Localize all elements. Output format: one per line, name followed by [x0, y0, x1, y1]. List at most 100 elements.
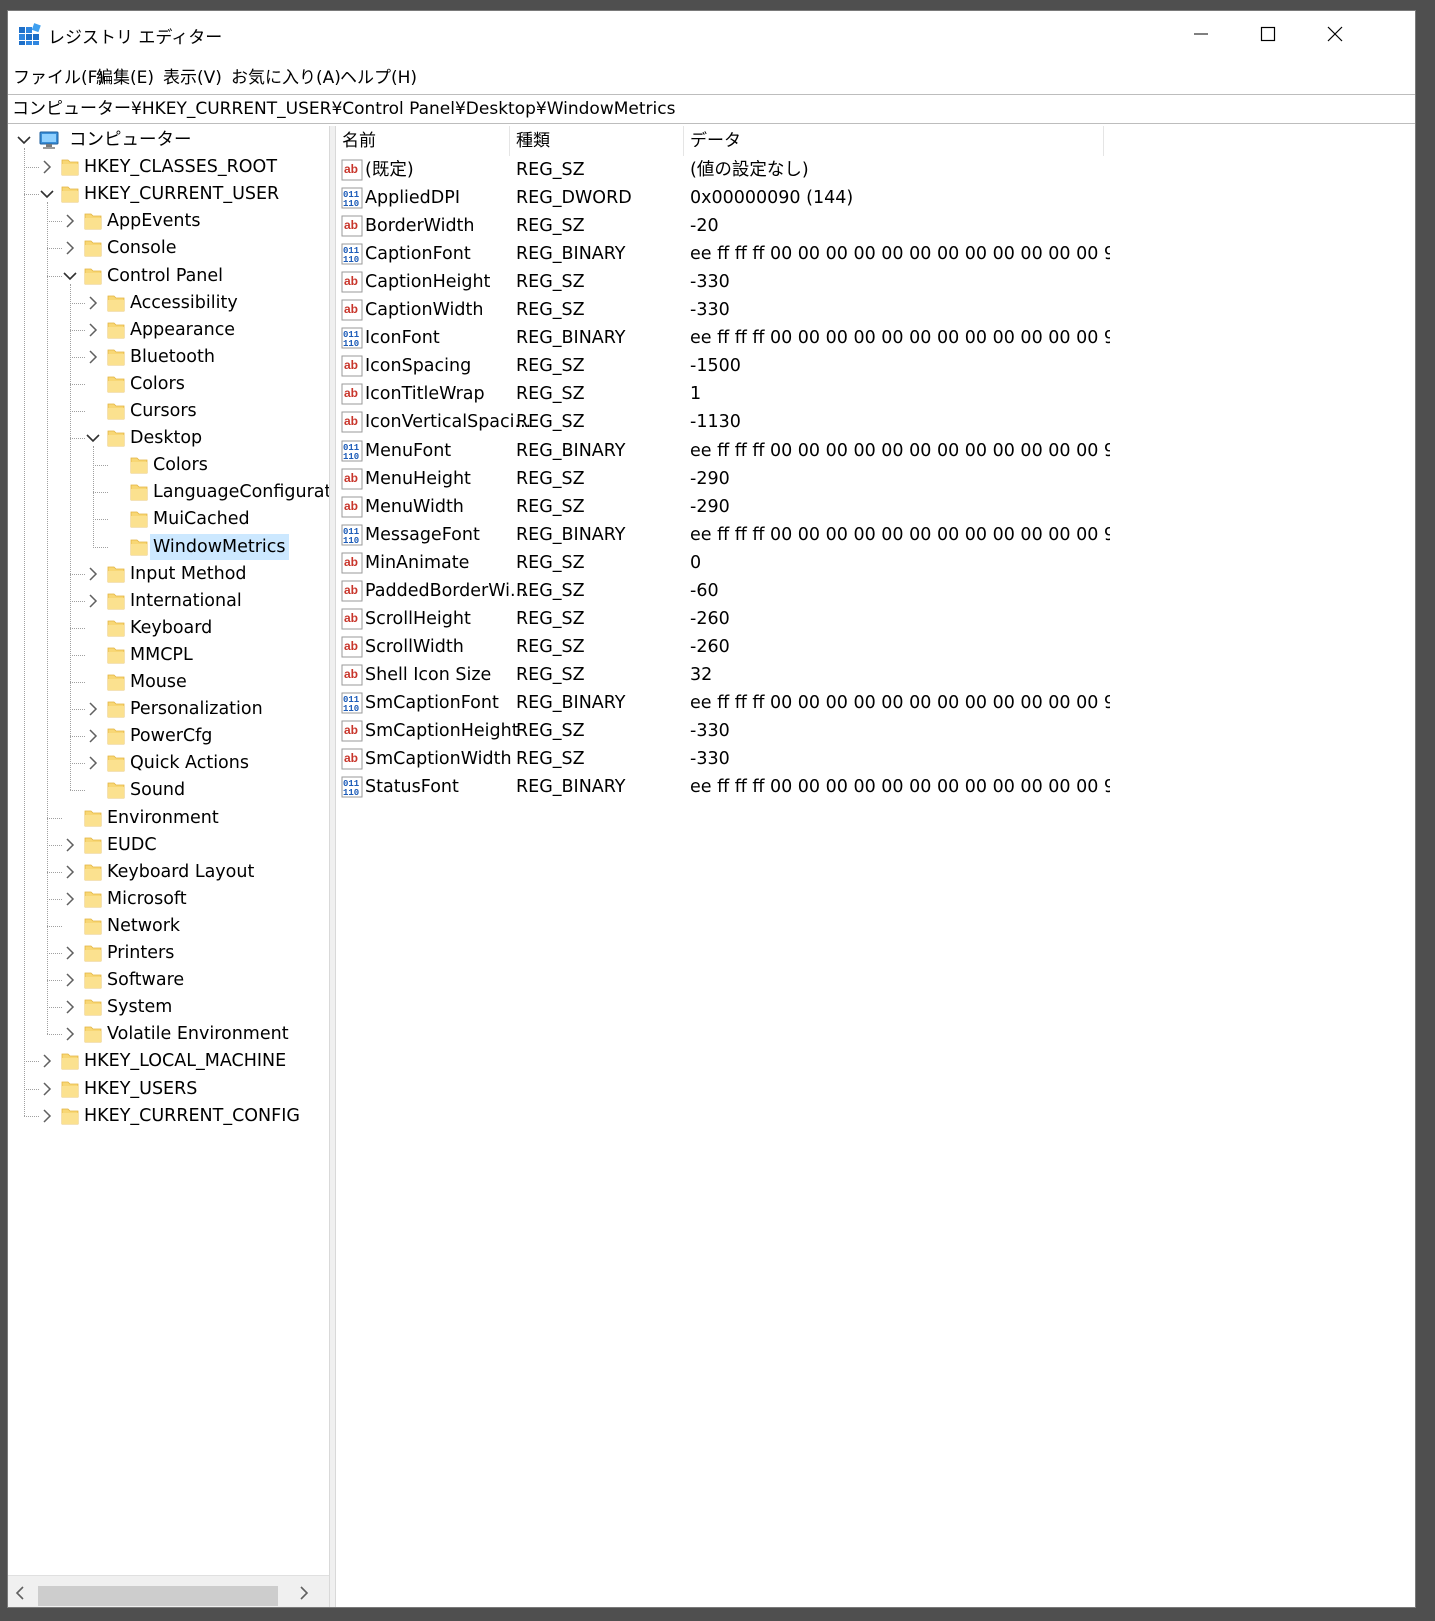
value-row[interactable]: ab MenuWidth REG_SZ -290	[336, 493, 1096, 521]
tree-node[interactable]: Cursors	[8, 397, 329, 425]
tree-node[interactable]: Accessibility	[8, 289, 329, 317]
chevron-right-icon[interactable]	[86, 567, 100, 581]
value-row[interactable]: 011 110 SmCaptionFont REG_BINARY ee ff ff ff…	[336, 689, 1110, 717]
scrollbar-thumb[interactable]	[38, 1586, 278, 1606]
tree-node[interactable]: International	[8, 587, 329, 615]
chevron-right-icon[interactable]	[63, 1000, 77, 1014]
tree-node-label[interactable]: Network	[104, 913, 183, 939]
tree-node[interactable]: MuiCached	[8, 505, 329, 533]
tree-node-label[interactable]: Mouse	[127, 669, 190, 695]
tree-node[interactable]: Printers	[8, 939, 329, 967]
address-path[interactable]: コンピューター¥HKEY_CURRENT_USER¥Control Panel¥…	[12, 99, 675, 119]
tree-node[interactable]: Microsoft	[8, 885, 329, 913]
tree-node-label-selected[interactable]: WindowMetrics	[150, 533, 289, 560]
value-row[interactable]: ab (既定) REG_SZ (値の設定なし)	[336, 156, 1096, 184]
chevron-right-icon[interactable]	[63, 214, 77, 228]
tree-node-label[interactable]: LanguageConfigurati	[150, 479, 329, 505]
tree-node[interactable]: Volatile Environment	[8, 1020, 329, 1048]
tree-node-label[interactable]: Console	[104, 235, 179, 261]
tree-node[interactable]: WindowMetrics	[8, 533, 329, 561]
chevron-right-icon[interactable]	[40, 1109, 54, 1123]
close-button[interactable]	[1301, 11, 1369, 57]
pane-splitter[interactable]	[329, 126, 336, 1607]
chevron-right-icon[interactable]	[63, 241, 77, 255]
value-row[interactable]: ab IconVerticalSpaci... REG_SZ -1130	[336, 408, 1096, 436]
column-header-name[interactable]: 名前	[336, 126, 510, 156]
tree-node[interactable]: Bluetooth	[8, 343, 329, 371]
tree-node[interactable]: Console	[8, 234, 329, 262]
tree-node-label[interactable]: Quick Actions	[127, 750, 252, 776]
chevron-right-icon[interactable]	[86, 702, 100, 716]
tree-node[interactable]: Mouse	[8, 668, 329, 696]
tree-node-label[interactable]: HKEY_CURRENT_CONFIG	[81, 1103, 303, 1129]
chevron-right-icon[interactable]	[86, 594, 100, 608]
tree-node-label[interactable]: Accessibility	[127, 290, 241, 316]
tree-node[interactable]: Quick Actions	[8, 749, 329, 777]
tree-node-label[interactable]: Input Method	[127, 561, 250, 587]
tree-node[interactable]: Control Panel	[8, 262, 329, 290]
tree-node[interactable]: Software	[8, 966, 329, 994]
tree-node-label[interactable]: MMCPL	[127, 642, 196, 668]
chevron-right-icon[interactable]	[63, 892, 77, 906]
tree-node-label[interactable]: HKEY_USERS	[81, 1076, 200, 1102]
tree-node[interactable]: コンピューター	[8, 126, 329, 154]
column-header-data[interactable]: データ	[684, 126, 1104, 156]
tree-node[interactable]: Personalization	[8, 695, 329, 723]
tree-node-label[interactable]: コンピューター	[66, 127, 195, 153]
tree-node-label[interactable]: Volatile Environment	[104, 1021, 292, 1047]
value-row[interactable]: ab IconTitleWrap REG_SZ 1	[336, 380, 1096, 408]
tree-node-label[interactable]: Appearance	[127, 317, 238, 343]
tree-node[interactable]: Input Method	[8, 560, 329, 588]
tree-node[interactable]: Desktop	[8, 424, 329, 452]
tree-node[interactable]: Colors	[8, 370, 329, 398]
tree-node[interactable]: LanguageConfigurati	[8, 478, 329, 506]
value-row[interactable]: 011 110 MessageFont REG_BINARY ee ff ff ff 0…	[336, 521, 1110, 549]
tree-node-label[interactable]: HKEY_CLASSES_ROOT	[81, 154, 280, 180]
tree-node[interactable]: HKEY_CURRENT_USER	[8, 180, 329, 208]
chevron-right-icon[interactable]	[86, 350, 100, 364]
value-row[interactable]: ab SmCaptionWidth REG_SZ -330	[336, 745, 1096, 773]
value-row[interactable]: 011 110 IconFont REG_BINARY ee ff ff ff 00 0…	[336, 324, 1110, 352]
tree-node-label[interactable]: Printers	[104, 940, 177, 966]
chevron-right-icon[interactable]	[63, 973, 77, 987]
tree-node-label[interactable]: Keyboard	[127, 615, 215, 641]
tree-node[interactable]: Keyboard Layout	[8, 858, 329, 886]
value-row[interactable]: ab BorderWidth REG_SZ -20	[336, 212, 1096, 240]
tree-node-label[interactable]: Control Panel	[104, 263, 226, 289]
tree-node[interactable]: PowerCfg	[8, 722, 329, 750]
chevron-down-icon[interactable]	[40, 187, 54, 201]
tree-node-label[interactable]: Colors	[127, 371, 188, 397]
tree-node-label[interactable]: Microsoft	[104, 886, 190, 912]
address-bar[interactable]: コンピューター¥HKEY_CURRENT_USER¥Control Panel¥…	[8, 94, 1415, 124]
tree-node[interactable]: HKEY_CURRENT_CONFIG	[8, 1102, 329, 1130]
chevron-right-icon[interactable]	[63, 946, 77, 960]
tree-node[interactable]: HKEY_CLASSES_ROOT	[8, 153, 329, 181]
tree-node-label[interactable]: Environment	[104, 805, 222, 831]
chevron-right-icon[interactable]	[63, 865, 77, 879]
tree-node[interactable]: Sound	[8, 776, 329, 804]
value-row[interactable]: ab MenuHeight REG_SZ -290	[336, 465, 1096, 493]
menu-edit[interactable]: 編集(E)	[96, 63, 154, 88]
tree-node[interactable]: System	[8, 993, 329, 1021]
chevron-right-icon[interactable]	[40, 1081, 54, 1096]
menu-view[interactable]: 表示(V)	[163, 63, 222, 88]
value-row[interactable]: ab CaptionHeight REG_SZ -330	[336, 268, 1096, 296]
tree-node[interactable]: MMCPL	[8, 641, 329, 669]
tree-node-label[interactable]: System	[104, 994, 175, 1020]
tree-horizontal-scrollbar[interactable]	[8, 1575, 329, 1607]
tree-node-label[interactable]: Desktop	[127, 425, 205, 451]
menu-help[interactable]: ヘルプ(H)	[340, 63, 417, 88]
tree-node-label[interactable]: EUDC	[104, 832, 160, 858]
chevron-down-icon[interactable]	[17, 133, 31, 147]
value-row[interactable]: ab CaptionWidth REG_SZ -330	[336, 296, 1096, 324]
tree-node-label[interactable]: Personalization	[127, 696, 266, 722]
scroll-right-button[interactable]	[294, 1583, 314, 1603]
tree-node-label[interactable]: Sound	[127, 777, 188, 803]
tree-node[interactable]: HKEY_LOCAL_MACHINE	[8, 1047, 329, 1075]
chevron-right-icon[interactable]	[86, 756, 100, 770]
value-row[interactable]: ab MinAnimate REG_SZ 0	[336, 549, 1096, 577]
tree-node[interactable]: EUDC	[8, 831, 329, 859]
value-row[interactable]: ab Shell Icon Size REG_SZ 32	[336, 661, 1096, 689]
value-row[interactable]: ab ScrollWidth REG_SZ -260	[336, 633, 1096, 661]
tree-node-label[interactable]: Software	[104, 967, 187, 993]
